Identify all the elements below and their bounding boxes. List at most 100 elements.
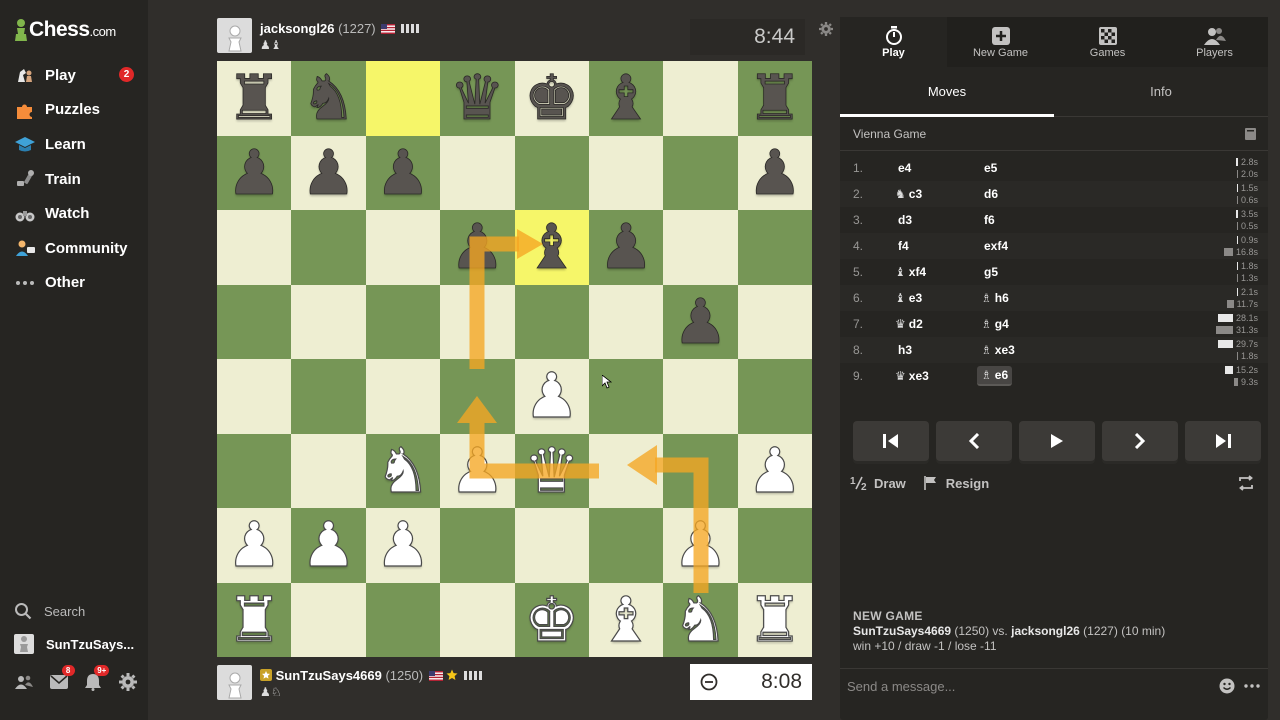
black-move[interactable]: ♗ xe3	[981, 337, 1015, 363]
emoji-icon[interactable]	[1219, 678, 1235, 694]
square-a1[interactable]: ♜	[217, 582, 292, 657]
opponent-name[interactable]: jacksongl26	[260, 21, 334, 36]
chess-com-logo[interactable]: Chess.com	[14, 18, 116, 42]
white-knight[interactable]: ♞	[375, 439, 432, 502]
messages-button[interactable]: 8	[49, 665, 75, 692]
first-move-button[interactable]	[853, 421, 929, 461]
black-pawn[interactable]: ♟	[300, 141, 356, 204]
square-f6[interactable]: ♟	[588, 210, 664, 285]
white-pawn[interactable]: ♟	[449, 439, 506, 502]
white-move[interactable]: h3	[895, 337, 912, 363]
square-d7[interactable]	[440, 135, 515, 210]
current-move[interactable]: ♗ e6	[977, 366, 1013, 386]
square-e8[interactable]: ♚	[514, 61, 589, 136]
square-a6[interactable]	[217, 210, 292, 285]
subtab-info[interactable]: Info	[1054, 67, 1268, 116]
sidebar-item-puzzles[interactable]: Puzzles	[0, 93, 148, 128]
subtab-moves[interactable]: Moves	[840, 67, 1054, 117]
square-a2[interactable]: ♟	[217, 508, 292, 583]
square-c5[interactable]	[365, 284, 441, 359]
sidebar-item-watch[interactable]: Watch	[0, 196, 148, 231]
black-pawn[interactable]: ♟	[375, 141, 431, 204]
square-g5[interactable]: ♟	[663, 284, 738, 359]
square-c3[interactable]: ♞	[365, 433, 441, 508]
square-d5[interactable]	[440, 284, 515, 359]
tab-players[interactable]: Players	[1161, 17, 1268, 67]
opponent-avatar[interactable]	[217, 18, 252, 53]
square-h5[interactable]	[737, 284, 812, 359]
square-h6[interactable]	[737, 210, 812, 285]
square-g3[interactable]	[663, 433, 738, 508]
friends-button[interactable]	[14, 672, 34, 692]
square-h4[interactable]	[737, 359, 812, 434]
white-king[interactable]: ♚	[523, 588, 580, 651]
sidebar-item-community[interactable]: Community	[0, 231, 148, 266]
black-king[interactable]: ♚	[523, 66, 579, 129]
square-a7[interactable]: ♟	[217, 135, 292, 210]
sidebar-search[interactable]: Search	[14, 602, 85, 620]
play-moves-button[interactable]	[1019, 421, 1095, 461]
sidebar-user-profile[interactable]: SunTzuSays...	[14, 634, 134, 654]
square-f7[interactable]	[588, 135, 664, 210]
black-move[interactable]: f6	[981, 207, 995, 233]
square-h1[interactable]: ♜	[737, 582, 812, 657]
white-pawn[interactable]: ♟	[300, 513, 357, 576]
square-c6[interactable]	[365, 210, 441, 285]
flip-board-icon[interactable]	[1238, 475, 1254, 491]
square-e6[interactable]: ♝	[514, 210, 589, 285]
black-move[interactable]: g5	[981, 259, 998, 285]
black-move[interactable]: d6	[981, 181, 998, 207]
square-a5[interactable]	[217, 284, 292, 359]
black-knight[interactable]: ♞	[300, 66, 356, 129]
black-bishop[interactable]: ♝	[523, 215, 579, 278]
sidebar-item-train[interactable]: Train	[0, 162, 148, 197]
black-pawn[interactable]: ♟	[226, 141, 282, 204]
white-move[interactable]: ♛ d2	[895, 311, 923, 337]
player-name[interactable]: SunTzuSays4669	[276, 668, 382, 683]
last-move-button[interactable]	[1185, 421, 1261, 461]
square-g6[interactable]	[663, 210, 738, 285]
square-h2[interactable]	[737, 508, 812, 583]
square-f8[interactable]: ♝	[588, 61, 664, 136]
square-b1[interactable]	[291, 582, 366, 657]
white-move[interactable]: d3	[895, 207, 912, 233]
tab-new-game[interactable]: New Game	[947, 17, 1054, 67]
square-a3[interactable]	[217, 433, 292, 508]
white-pawn[interactable]: ♟	[746, 439, 803, 502]
next-move-button[interactable]	[1102, 421, 1178, 461]
white-rook[interactable]: ♜	[226, 588, 283, 651]
resign-button[interactable]: Resign	[923, 476, 989, 491]
square-f2[interactable]	[588, 508, 664, 583]
black-player-name[interactable]: jacksongl26	[1011, 624, 1080, 638]
white-queen[interactable]: ♛	[523, 439, 580, 502]
tab-play[interactable]: Play	[840, 17, 947, 67]
more-options-icon[interactable]	[1244, 678, 1260, 694]
notifications-button[interactable]: 9+	[83, 665, 110, 692]
sidebar-item-learn[interactable]: Learn	[0, 127, 148, 162]
square-e2[interactable]	[514, 508, 589, 583]
black-move[interactable]: ♗ g4	[981, 311, 1009, 337]
square-b6[interactable]	[291, 210, 366, 285]
previous-move-button[interactable]	[936, 421, 1012, 461]
white-move[interactable]: ♝ xf4	[895, 259, 926, 285]
square-e5[interactable]	[514, 284, 589, 359]
book-icon[interactable]	[1245, 128, 1256, 140]
sidebar-item-other[interactable]: Other	[0, 266, 148, 301]
square-e1[interactable]: ♚	[514, 582, 589, 657]
square-b3[interactable]	[291, 433, 366, 508]
white-move[interactable]: ♝ e3	[895, 285, 922, 311]
square-f5[interactable]	[588, 284, 664, 359]
square-b7[interactable]: ♟	[291, 135, 366, 210]
chess-board[interactable]: ♜ ♞ ♛ ♚ ♝ ♜ ♟ ♟ ♟ ♟ ♟ ♝ ♟ ♟ ♟ ♞ ♟ ♛ ♟ ♟ ♟ ♟ ♟ ♜ ♚ ♝ ♞ ♜	[217, 61, 812, 657]
square-h8[interactable]: ♜	[737, 61, 812, 136]
white-pawn[interactable]: ♟	[375, 513, 432, 576]
white-pawn[interactable]: ♟	[523, 364, 580, 427]
player-avatar[interactable]	[217, 665, 252, 700]
square-c2[interactable]: ♟	[365, 508, 441, 583]
sidebar-item-play[interactable]: Play 2	[0, 58, 148, 93]
square-d2[interactable]	[440, 508, 515, 583]
white-rook[interactable]: ♜	[746, 588, 803, 651]
square-a8[interactable]: ♜	[217, 61, 292, 136]
square-d4[interactable]	[440, 359, 515, 434]
black-move[interactable]: e5	[981, 155, 997, 181]
